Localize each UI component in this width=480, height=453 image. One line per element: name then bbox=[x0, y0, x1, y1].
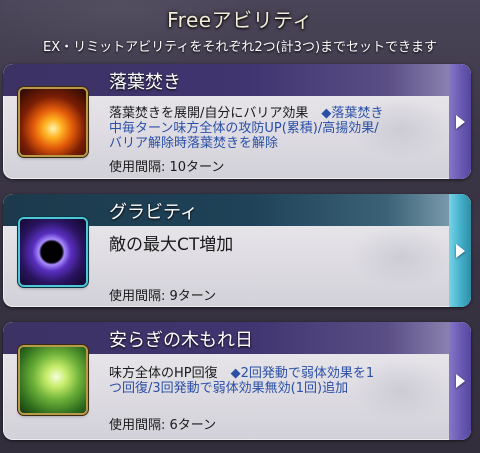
page-title: Freeアビリティ bbox=[167, 8, 313, 32]
ability-name: 落葉焚き bbox=[109, 72, 181, 93]
chevron-right-icon bbox=[455, 374, 465, 388]
gravity-orb-icon bbox=[20, 219, 86, 285]
ability-description: 敵の最大CT増加 bbox=[109, 235, 234, 255]
ability-card-komorebi[interactable]: 安らぎの木もれ日 味方全体のHP回復 ◆2回発動で弱体効果を1 つ回復/3回発動… bbox=[3, 322, 471, 440]
chevron-right-icon bbox=[455, 114, 465, 129]
ability-name: グラビティ bbox=[109, 202, 198, 223]
chevron-right-icon bbox=[455, 243, 465, 258]
ability-card-rakuyou[interactable]: 落葉焚き 落葉焚きを展開/自分にバリア効果 ◆落葉焚き 中毎ターン味方全体の攻防… bbox=[3, 64, 471, 179]
ability-card-gravity[interactable]: グラビティ 敵の最大CT増加 使用間隔: 9ターン bbox=[3, 194, 471, 307]
sunlight-leaves-icon bbox=[20, 347, 86, 413]
ability-cooldown: 使用間隔: 9ターン bbox=[109, 289, 217, 304]
ability-cooldown: 使用間隔: 10ターン bbox=[109, 160, 225, 175]
detail-arrow-button[interactable] bbox=[449, 322, 471, 440]
ability-cooldown: 使用間隔: 6ターン bbox=[109, 418, 217, 433]
detail-arrow-button[interactable] bbox=[449, 64, 471, 179]
page-subtitle: EX・リミットアビリティをそれぞれ2つ(計3つ)までセットできます bbox=[42, 40, 438, 55]
ability-description: 落葉焚きを展開/自分にバリア効果 ◆落葉焚き 中毎ターン味方全体の攻防UP(累積… bbox=[109, 106, 384, 151]
bonfire-icon bbox=[20, 89, 86, 155]
detail-arrow-button[interactable] bbox=[449, 194, 471, 307]
ability-description: 味方全体のHP回復 ◆2回発動で弱体効果を1 つ回復/3回発動で弱体効果無効(1… bbox=[109, 366, 375, 396]
ability-name: 安らぎの木もれ日 bbox=[109, 330, 253, 351]
